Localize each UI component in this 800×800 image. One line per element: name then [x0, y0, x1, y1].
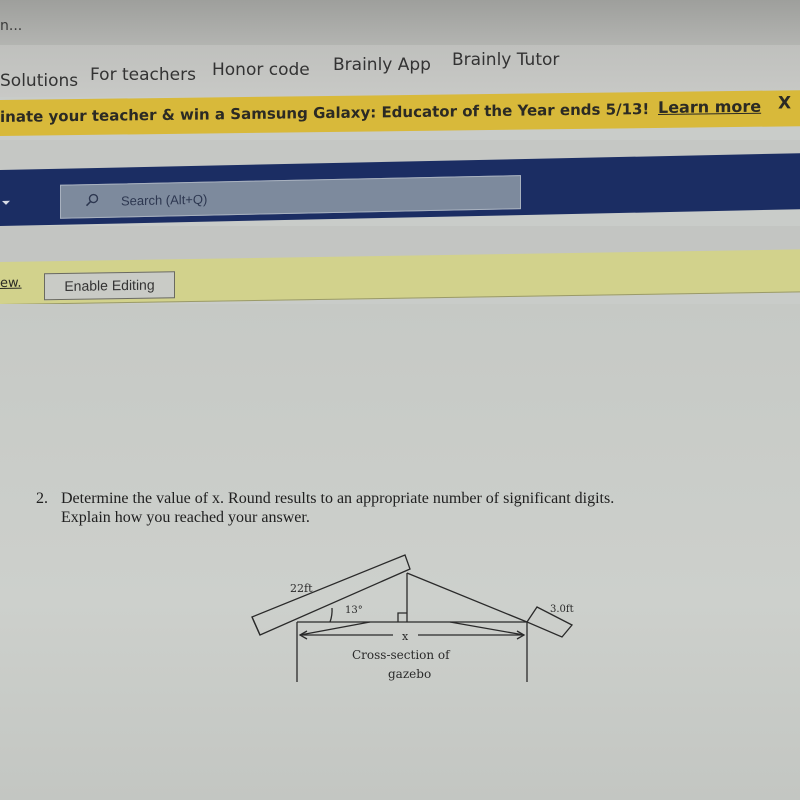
rafter-length-label: 22ft	[290, 582, 313, 595]
document-page: 2. Determine the value of x. Round resul…	[0, 304, 800, 800]
question-text-line2: Explain how you reached your answer.	[61, 509, 310, 526]
chevron-down-icon[interactable]	[2, 200, 10, 205]
nav-item-honor-code[interactable]: Honor code	[212, 60, 310, 80]
question-text-line1: Determine the value of x. Round results …	[61, 490, 615, 507]
close-icon[interactable]: X	[778, 93, 791, 113]
promo-text: inate your teacher & win a Samsung Galax…	[0, 100, 650, 126]
left-rafter	[251, 554, 411, 636]
angle-label: 13°	[345, 605, 363, 616]
search-placeholder: Search (Alt+Q)	[121, 191, 208, 209]
caption-line2: gazebo	[388, 667, 431, 681]
left-rafter-end-tick	[251, 616, 261, 636]
question-number: 2.	[36, 490, 48, 507]
browser-top-bar: n...	[0, 0, 800, 45]
protected-view-link[interactable]: ew.	[0, 276, 22, 291]
angle-arc	[329, 607, 333, 623]
truncated-title: n...	[0, 18, 23, 34]
nav-item-brainly-app[interactable]: Brainly App	[333, 55, 431, 75]
caption-line1: Cross-section of	[352, 648, 451, 662]
nav-item-for-teachers[interactable]: For teachers	[90, 65, 196, 85]
right-angle-mark	[397, 612, 407, 622]
x-label: x	[402, 630, 409, 643]
site-nav: Solutions For teachers Honor code Brainl…	[0, 45, 800, 97]
nav-item-solutions[interactable]: Solutions	[0, 71, 78, 91]
search-icon	[85, 193, 99, 207]
overhang-label: 3.0ft	[550, 604, 574, 615]
search-input[interactable]: Search (Alt+Q)	[60, 175, 521, 219]
right-rafter-inner	[406, 572, 528, 623]
gazebo-diagram: 22ft 13° 3.0ft x Cross-section of gazebo	[240, 547, 590, 687]
nav-item-brainly-tutor[interactable]: Brainly Tutor	[452, 50, 559, 70]
left-strut	[299, 621, 371, 636]
enable-editing-button[interactable]: Enable Editing	[44, 271, 175, 301]
promo-banner: inate your teacher & win a Samsung Galax…	[0, 90, 800, 136]
right-strut	[449, 621, 525, 636]
learn-more-link[interactable]: Learn more	[658, 97, 761, 117]
